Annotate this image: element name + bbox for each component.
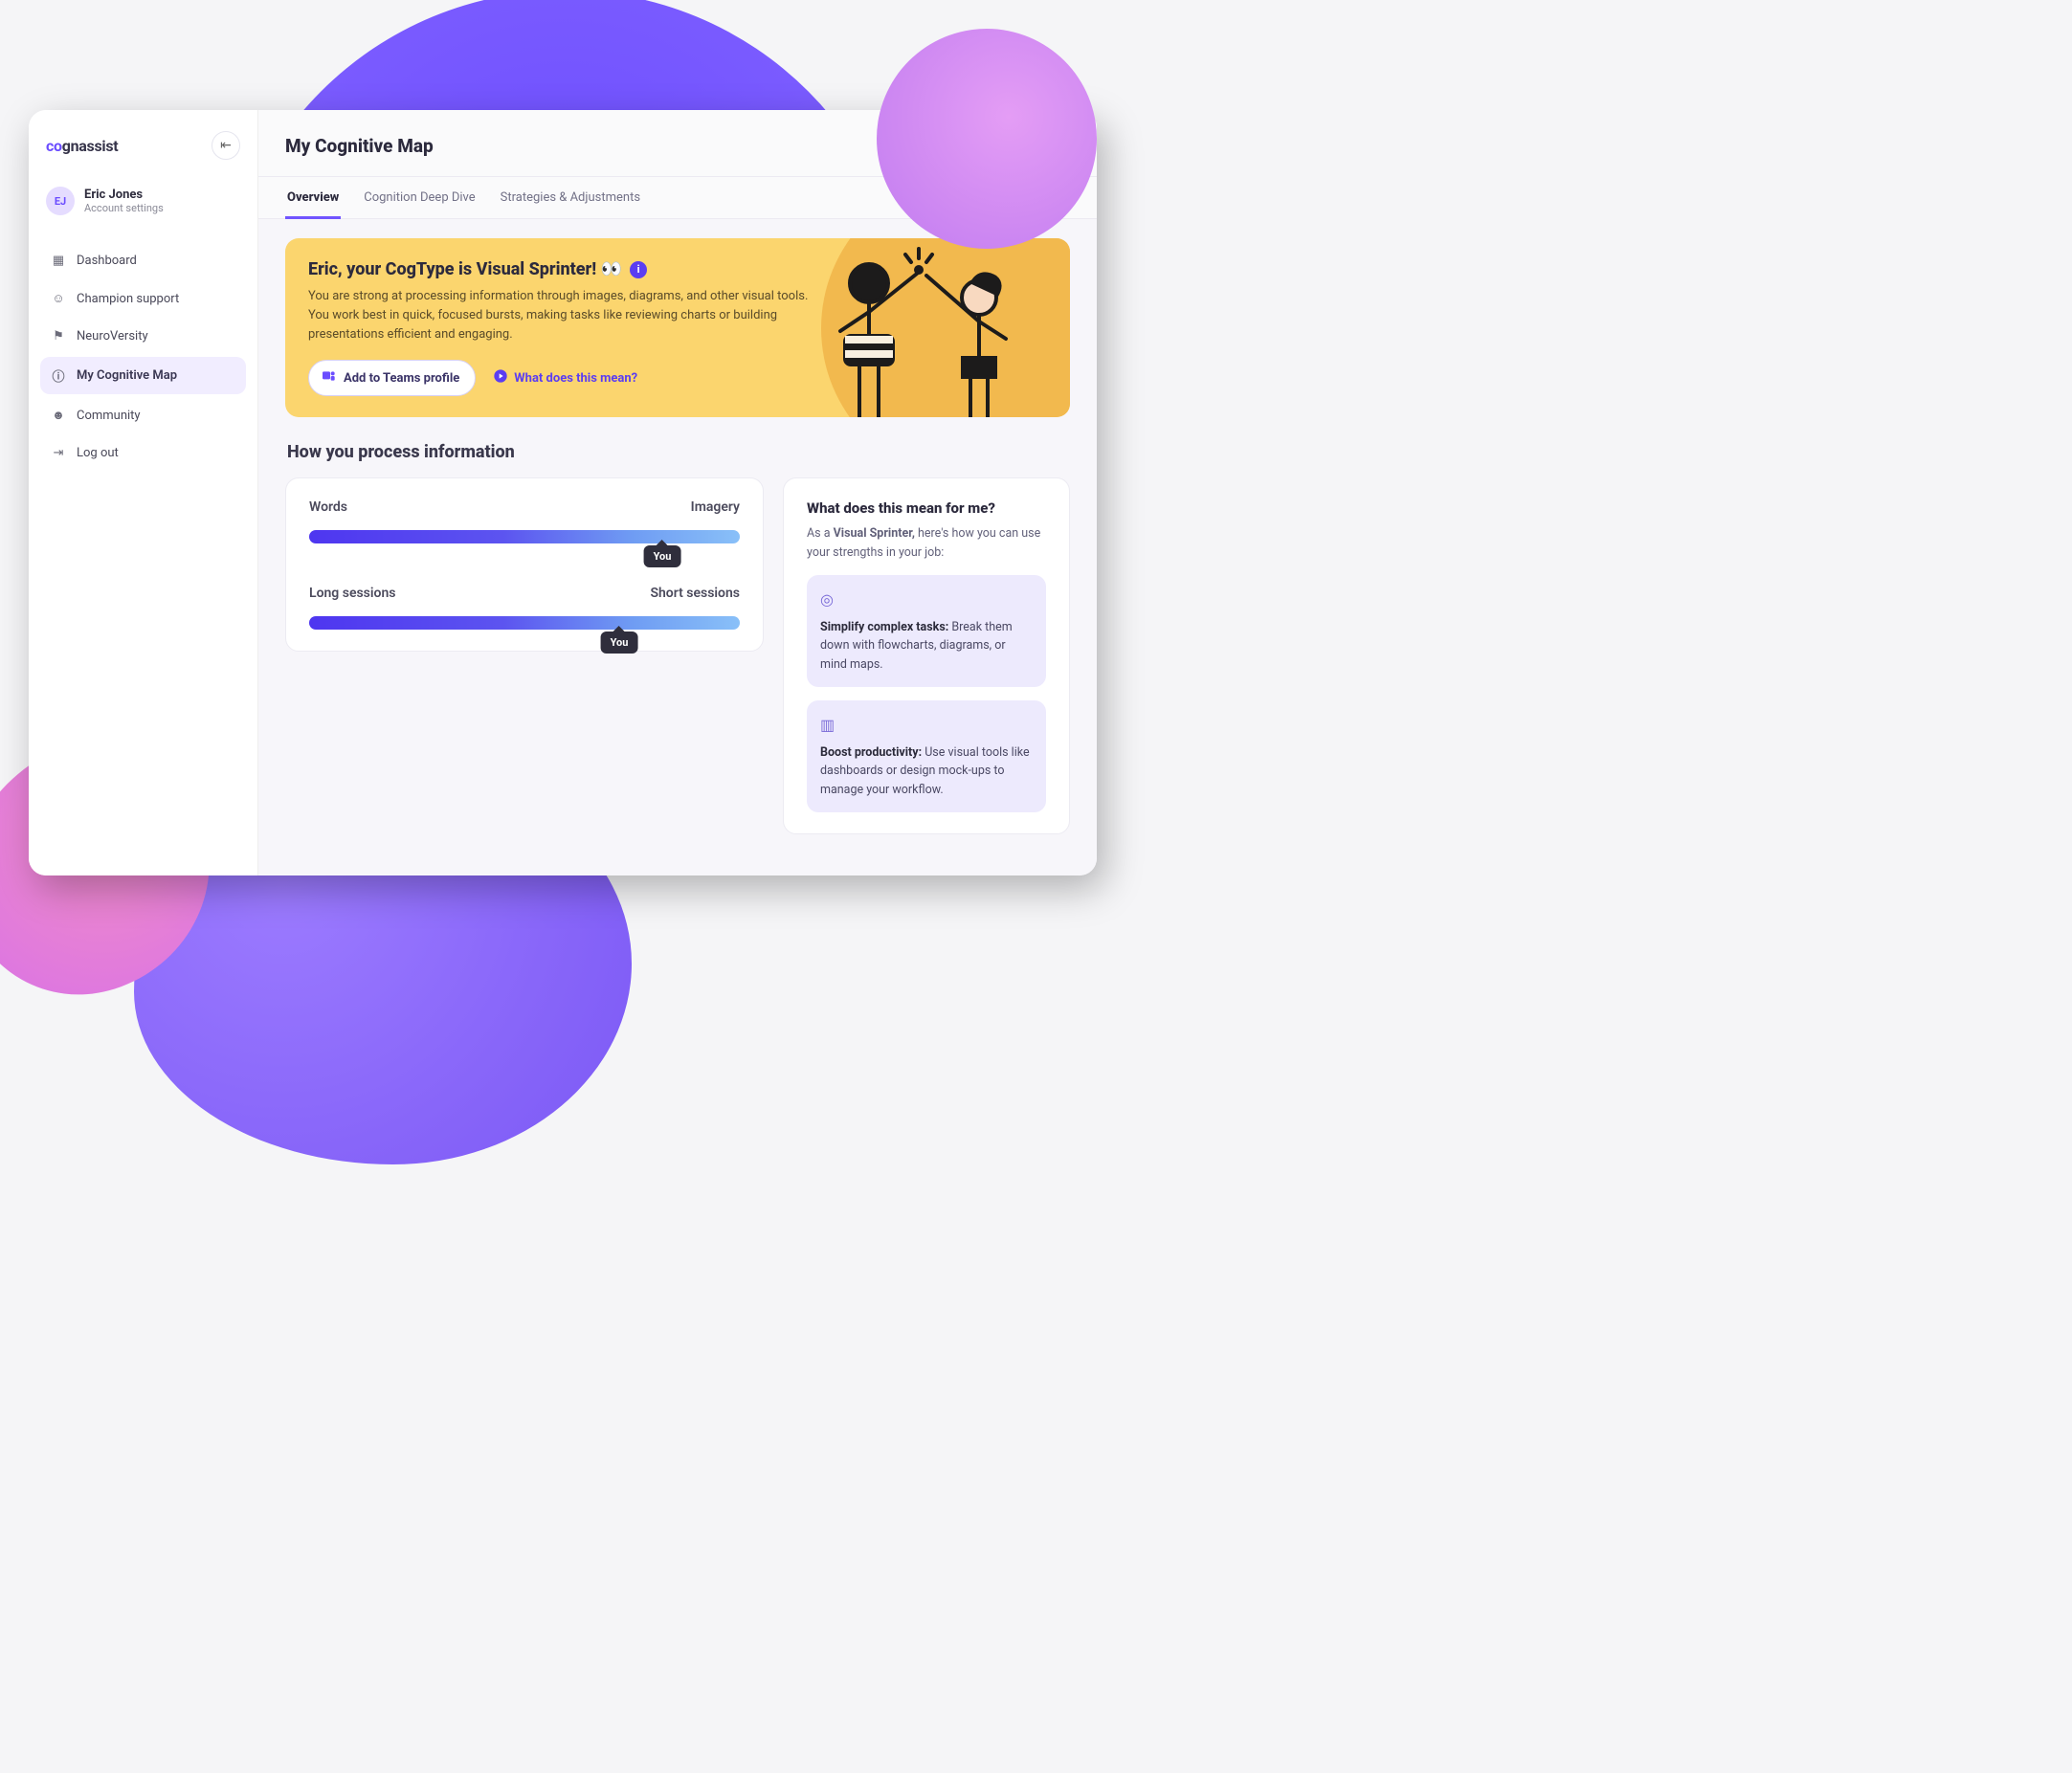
- section-heading-process: How you process information: [287, 442, 1070, 462]
- play-icon: [493, 368, 508, 388]
- slider-you-label: You: [601, 632, 638, 654]
- user-name: Eric Jones: [84, 188, 164, 202]
- sidebar-item-neuroversity[interactable]: ⚑ NeuroVersity: [40, 320, 246, 353]
- info-icon[interactable]: i: [630, 261, 647, 278]
- tip-bold: Simplify complex tasks:: [820, 620, 948, 634]
- slider-left-label: Words: [309, 499, 347, 515]
- page-title: My Cognitive Map: [285, 135, 434, 157]
- brand-prefix: co: [46, 137, 62, 155]
- avatar: EJ: [46, 187, 75, 215]
- side-panel-intro: As a Visual Sprinter, here's how you can…: [807, 524, 1046, 562]
- sidebar-item-champion-support[interactable]: ☺ Champion support: [40, 281, 246, 316]
- dashboard-icon: ▦: [50, 254, 67, 268]
- what-does-this-mean-link[interactable]: What does this mean?: [493, 368, 637, 388]
- banner-illustration: [764, 238, 1070, 417]
- sidebar: cognassist ⇤ EJ Eric Jones Account setti…: [29, 110, 258, 875]
- slider-you-marker: You: [644, 545, 681, 567]
- banner-title: Eric, your CogType is Visual Sprinter! 👀: [308, 259, 622, 279]
- slider-you-marker: You: [601, 632, 638, 654]
- user-subtitle: Account settings: [84, 202, 164, 214]
- what-link-label: What does this mean?: [514, 371, 637, 386]
- grid-plus-icon: ▥: [820, 714, 1033, 738]
- support-icon: ☺: [50, 291, 67, 306]
- sidebar-item-label: Log out: [77, 446, 119, 460]
- sidebar-item-dashboard[interactable]: ▦ Dashboard: [40, 244, 246, 277]
- sidebar-item-cognitive-map[interactable]: ⓘ My Cognitive Map: [40, 357, 246, 394]
- add-to-teams-button[interactable]: Add to Teams profile: [308, 360, 476, 396]
- community-icon: ☻: [50, 408, 67, 423]
- collapse-sidebar-button[interactable]: ⇤: [212, 131, 240, 160]
- slider-bar: You: [309, 616, 740, 630]
- people-high-five-illustration: [792, 245, 1041, 417]
- sidebar-item-label: My Cognitive Map: [77, 368, 177, 383]
- slider-sessions: Long sessions Short sessions You: [309, 586, 740, 630]
- sidebar-item-label: Community: [77, 409, 141, 423]
- collapse-icon: ⇤: [220, 138, 232, 153]
- slider-words-imagery: Words Imagery You: [309, 499, 740, 543]
- content-scroll[interactable]: Eric, your CogType is Visual Sprinter! 👀…: [258, 219, 1097, 875]
- flag-icon: ⚑: [50, 329, 67, 344]
- sidebar-item-community[interactable]: ☻ Community: [40, 398, 246, 432]
- teams-button-label: Add to Teams profile: [344, 371, 459, 386]
- slider-left-label: Long sessions: [309, 586, 395, 601]
- tab-cognition-deep-dive[interactable]: Cognition Deep Dive: [362, 177, 477, 218]
- tip-boost-productivity: ▥ Boost productivity: Use visual tools l…: [807, 700, 1046, 812]
- slider-bar: You: [309, 530, 740, 543]
- slider-you-label: You: [644, 545, 681, 567]
- tab-overview[interactable]: Overview: [285, 177, 341, 219]
- decorative-blob: [877, 29, 1097, 249]
- user-account-link[interactable]: EJ Eric Jones Account settings: [40, 177, 246, 233]
- slider-right-label: Short sessions: [650, 586, 740, 601]
- brand-suffix: gnassist: [62, 137, 119, 155]
- brand-logo: cognassist: [46, 137, 118, 155]
- banner-body: You are strong at processing information…: [308, 287, 821, 344]
- tip-bold: Boost productivity:: [820, 745, 922, 760]
- sidebar-nav: ▦ Dashboard ☺ Champion support ⚑ NeuroVe…: [40, 244, 246, 470]
- tip-simplify: ◎ Simplify complex tasks: Break them dow…: [807, 575, 1046, 687]
- slider-right-label: Imagery: [691, 499, 740, 515]
- teams-icon: [321, 368, 336, 388]
- cogtype-banner: Eric, your CogType is Visual Sprinter! 👀…: [285, 238, 1070, 417]
- sidebar-item-label: Champion support: [77, 292, 179, 306]
- logout-icon: ⇥: [50, 446, 67, 460]
- side-panel-title: What does this mean for me?: [807, 499, 1046, 517]
- tab-strategies-adjustments[interactable]: Strategies & Adjustments: [499, 177, 642, 218]
- sidebar-item-label: Dashboard: [77, 254, 137, 268]
- map-icon: ⓘ: [50, 366, 67, 385]
- process-sliders-card: Words Imagery You Long sessions Short: [285, 477, 764, 652]
- sidebar-item-label: NeuroVersity: [77, 329, 148, 344]
- target-icon: ◎: [820, 588, 1033, 612]
- meaning-side-panel: What does this mean for me? As a Visual …: [783, 477, 1070, 834]
- sidebar-item-logout[interactable]: ⇥ Log out: [40, 436, 246, 470]
